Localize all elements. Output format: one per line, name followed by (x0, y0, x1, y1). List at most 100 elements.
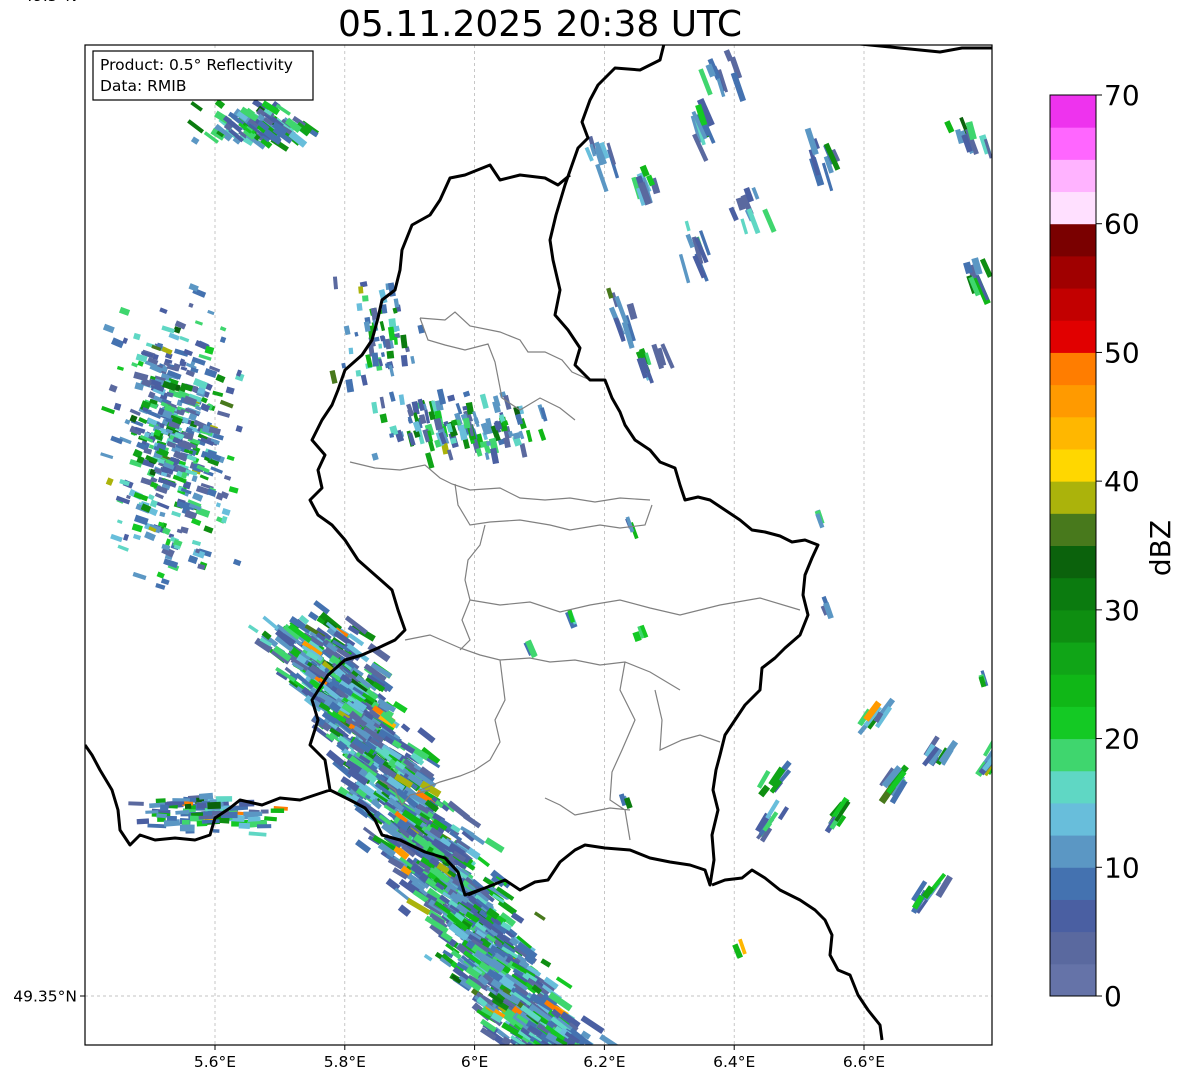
echo-cell (160, 804, 169, 811)
echo-cell (256, 824, 272, 829)
echo-cell (184, 803, 192, 810)
x-tick-label: 5.6°E (194, 1053, 236, 1071)
info-product: Product: 0.5° Reflectivity (100, 56, 293, 74)
echo-cell (172, 798, 190, 802)
echo-cell (537, 1045, 560, 1065)
echo-cell (523, 1053, 540, 1068)
echo-cell (520, 1056, 529, 1064)
echo-cell (541, 1068, 554, 1079)
colorbar-segment (1050, 448, 1096, 482)
echo-cell (533, 1045, 548, 1057)
colorbar-segment (1050, 416, 1096, 450)
echo-cell (247, 816, 261, 822)
echo-cell (156, 813, 167, 819)
map-background (85, 45, 992, 1045)
echo-cell (362, 295, 369, 302)
colorbar-segment (1050, 159, 1096, 193)
echo-cell (189, 797, 197, 802)
echo-cell (207, 801, 221, 810)
x-tick-label: 6.2°E (583, 1053, 625, 1071)
echo-cell (542, 1056, 554, 1066)
echo-cell (545, 1044, 563, 1045)
echo-cell (548, 1067, 567, 1081)
echo-cell (378, 343, 383, 349)
echo-cell (549, 1044, 565, 1045)
colorbar-segment (1050, 963, 1096, 997)
echo-cell (212, 829, 220, 833)
colorbar-segment (1050, 223, 1096, 257)
colorbar-segment (1050, 95, 1096, 128)
colorbar-segment (1050, 384, 1096, 418)
echo-cell (505, 1063, 516, 1073)
colorbar-segment (1050, 288, 1096, 321)
colorbar-segment (1050, 127, 1096, 160)
colorbar-segment (1050, 867, 1096, 900)
colorbar-ticks: 0 10 20 30 40 50 60 70 (1096, 79, 1140, 1013)
echo-cell (348, 347, 354, 355)
echo-cell (522, 1044, 546, 1045)
colorbar-segment (1050, 642, 1096, 675)
colorbar-tick-label: 50 (1104, 336, 1140, 369)
echo-cell (541, 1045, 554, 1056)
echo-cell (181, 819, 190, 825)
echo-cell (539, 1048, 562, 1067)
echo-cell (545, 1048, 560, 1060)
colorbar-tick-label: 10 (1104, 851, 1140, 884)
echo-cell (514, 1061, 530, 1075)
colorbar-tick-label: 60 (1104, 208, 1140, 241)
echo-cell (128, 801, 144, 806)
colorbar-tick-label: 0 (1104, 980, 1122, 1013)
colorbar-label: dBZ (1144, 520, 1177, 576)
echo-cell (358, 286, 364, 294)
y-tick-label: 49.35°N (13, 988, 77, 1006)
echo-cell (355, 369, 362, 377)
colorbar-segment (1050, 255, 1096, 289)
echo-cell (537, 1066, 549, 1077)
echo-cell (270, 808, 285, 813)
echo-cell (238, 822, 251, 829)
colorbar-segment (1050, 481, 1096, 514)
x-tick-label: 6.6°E (843, 1053, 885, 1071)
echo-cell (536, 1049, 549, 1061)
echo-cell (215, 796, 233, 802)
colorbar-tick-label: 30 (1104, 594, 1140, 627)
colorbar-segment (1050, 738, 1096, 772)
echo-cell (155, 798, 166, 804)
colorbar-segment (1050, 706, 1096, 740)
echo-cell (510, 1047, 533, 1065)
echo-cell (136, 818, 150, 825)
echo-cell (565, 1047, 583, 1063)
colorbar-segment (1050, 191, 1096, 225)
echo-cell (536, 1054, 557, 1073)
colorbar-tick-label: 70 (1104, 79, 1140, 112)
echo-cell (499, 1054, 516, 1069)
colorbar-segment (1050, 320, 1096, 353)
echo-cell (166, 815, 177, 821)
echo-cell (532, 1061, 555, 1080)
echo-cell (243, 811, 263, 817)
echo-cell (400, 354, 408, 367)
echo-cell (389, 433, 395, 438)
colorbar-segment (1050, 770, 1096, 804)
echo-cell (544, 1047, 555, 1057)
colorbar-segment (1050, 609, 1096, 643)
colorbar-segment (1050, 899, 1096, 933)
colorbar-segment (1050, 931, 1096, 965)
echo-cell (198, 792, 214, 800)
x-tick-label: 5.8°E (324, 1053, 366, 1071)
echo-cell (552, 1061, 571, 1077)
echo-cell (550, 1044, 563, 1045)
echo-cell (558, 1063, 572, 1074)
echo-cell (993, 760, 1010, 779)
echo-cell (549, 1071, 560, 1080)
echo-cell (145, 810, 159, 814)
echo-cell (356, 302, 363, 312)
info-data-source: Data: RMIB (100, 77, 187, 95)
echo-cell (991, 269, 992, 283)
colorbar-segment (1050, 577, 1096, 611)
colorbar-segment (1050, 352, 1096, 386)
echo-cell (499, 1064, 519, 1078)
x-tick-label: 6°E (461, 1053, 488, 1071)
echo-cell (386, 350, 395, 359)
echo-cell (493, 1050, 508, 1062)
